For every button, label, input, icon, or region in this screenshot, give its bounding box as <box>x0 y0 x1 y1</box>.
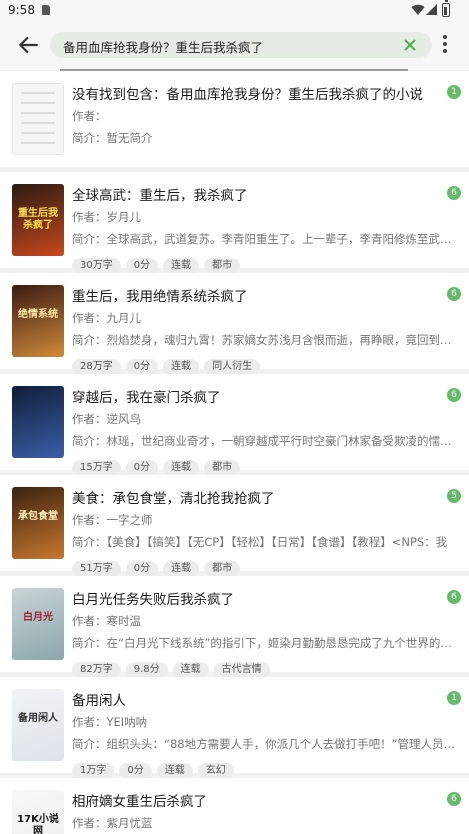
book-tag: 连载 <box>163 561 200 577</box>
book-intro: 简介：林瑶，世纪商业奇才，一朝穿越成平行时空豪门林家备受欺凌的懦弱千金 <box>72 434 462 448</box>
book-list-item[interactable]: 穿越后，我在豪门杀疯了 作者：逆风鸟简介：林瑶，世纪商业奇才，一朝穿越成平行时空豪… <box>0 374 469 476</box>
book-tag: 连载 <box>163 460 200 476</box>
book-author: 作者：逆风鸟 <box>72 412 141 426</box>
book-tag: 连载 <box>156 763 193 779</box>
book-author: 作者： <box>72 109 107 123</box>
book-tag: 28万字 <box>72 359 121 375</box>
book-list-item[interactable]: 绝情系统 重生后，我用绝情系统杀疯了 作者：九月儿简介：烈焰焚身，魂归九霄！苏家嫡女… <box>0 273 469 375</box>
book-tag: 51万字 <box>72 561 121 577</box>
book-title: 白月光任务失败后我杀疯了 <box>72 592 234 608</box>
source-count-badge: 1 <box>447 691 461 705</box>
signal-icon <box>426 4 437 15</box>
book-intro: 简介：暂无简介 <box>72 131 153 145</box>
book-author: 作者：YEI呐呐 <box>72 715 148 729</box>
book-tag: 1万字 <box>72 763 115 779</box>
book-cover <box>12 386 64 458</box>
book-intro: 简介：全球高武，武道复苏。李青阳重生了。上一辈子，李青阳修炼至武道巅峰， <box>72 232 462 246</box>
source-count-badge: 1 <box>447 85 461 99</box>
book-tag: 0分 <box>125 359 159 375</box>
book-tag: 0分 <box>125 561 159 577</box>
book-tag: 0分 <box>119 763 152 779</box>
book-list-item[interactable]: 白月光 白月光任务失败后我杀疯了 作者：寒时温简介：在“白月光下线系统”的指引下，姬… <box>0 576 469 678</box>
book-cover-text: 重生后我杀疯了 <box>18 208 58 231</box>
book-author: 作者：寒时温 <box>72 614 141 628</box>
source-count-badge: 6 <box>447 186 461 200</box>
wifi-icon <box>411 4 425 16</box>
book-author: 作者：紫月忧蓝 <box>72 816 153 830</box>
book-list-item[interactable]: 承包食堂 美食：承包食堂，清北抢我抢疯了 作者：一字之师简介：【美食】【搞笑】【无C… <box>0 475 469 577</box>
book-author: 作者：一字之师 <box>72 513 153 527</box>
book-cover <box>12 83 64 155</box>
book-tags: 1万字 0分 连载 玄幻 <box>72 758 239 779</box>
book-intro: 简介：组织头头：“88地方需要人手，你派几个人去做打手吧！”管理人员刷刷的查 <box>72 737 462 751</box>
back-arrow-icon[interactable] <box>16 32 42 58</box>
book-tag: 同人衍生 <box>204 359 261 375</box>
book-list-item[interactable]: 备用闲人 备用闲人 作者：YEI呐呐 简介：组织头头：“88地方需要人手，你派几个人去… <box>0 677 469 779</box>
source-count-badge: 6 <box>447 590 461 604</box>
book-tag: 玄幻 <box>197 763 234 779</box>
search-query-text: 备用血库抢我身份？重生后我杀疯了 <box>63 40 264 55</box>
book-tag: 连载 <box>172 662 209 678</box>
book-tags: 15万字 0分 连载 都市 <box>72 455 245 476</box>
book-tags: 82万字 9.8分 连载 古代言情 <box>72 657 275 678</box>
book-tag: 30万字 <box>72 258 121 274</box>
book-tag: 连载 <box>163 258 200 274</box>
book-intro: 简介：烈焰焚身，魂归九霄！苏家嫡女苏浅月含恨而逝，再睁眼，竟回到十五岁被 <box>72 333 462 347</box>
battery-icon <box>442 0 450 17</box>
book-cover: 白月光 <box>12 588 64 660</box>
book-tags: 28万字 0分 连载 同人衍生 <box>72 354 265 375</box>
book-title: 全球高武：重生后，我杀疯了 <box>72 188 248 204</box>
book-cover: 17K小说网 <box>12 790 64 834</box>
book-tag: 都市 <box>204 561 241 577</box>
book-cover-text: 承包食堂 <box>18 511 58 522</box>
book-cover: 承包食堂 <box>12 487 64 559</box>
book-tags: 30万字 0分 连载 都市 <box>72 253 245 274</box>
book-tag: 古代言情 <box>213 662 270 678</box>
book-list-item[interactable]: 重生后我杀疯了 全球高武：重生后，我杀疯了 作者：岁月儿简介：全球高武，武道复苏。李… <box>0 172 469 274</box>
search-input[interactable]: 备用血库抢我身份？重生后我杀疯了 <box>50 32 432 58</box>
book-tag: 都市 <box>204 460 241 476</box>
book-tag: 都市 <box>204 258 241 274</box>
book-title: 重生后，我用绝情系统杀疯了 <box>72 289 248 305</box>
book-cover: 绝情系统 <box>12 285 64 357</box>
source-count-badge: 6 <box>447 792 461 806</box>
book-cover-text: 17K小说网 <box>17 814 59 834</box>
source-count-badge: 5 <box>447 489 461 503</box>
book-title: 没有找到包含：备用血库抢我身份？重生后我杀疯了的小说 <box>72 87 423 103</box>
book-tag: 0分 <box>125 460 159 476</box>
book-intro: 简介：【美食】【搞笑】【无CP】【轻松】【日常】【食谱】【教程】<NPS：我 <box>72 535 448 549</box>
book-cover: 重生后我杀疯了 <box>12 184 64 256</box>
book-list-item[interactable]: 没有找到包含：备用血库抢我身份？重生后我杀疯了的小说 作者： 简介：暂无简介 1 <box>0 71 469 167</box>
book-tag: 82万字 <box>72 662 121 678</box>
book-title: 备用闲人 <box>72 693 126 709</box>
status-bar: 9:58 <box>0 0 469 22</box>
status-time: 9:58 <box>8 3 35 17</box>
book-tag: 连载 <box>163 359 200 375</box>
book-tag: 9.8分 <box>125 662 168 678</box>
book-tags: 51万字 0分 连载 都市 <box>72 556 245 577</box>
book-cover-text: 白月光 <box>23 612 53 623</box>
source-count-badge: 6 <box>447 388 461 402</box>
search-toolbar: 备用血库抢我身份？重生后我杀疯了 <box>0 22 469 70</box>
book-tag: 0分 <box>125 258 159 274</box>
book-cover: 备用闲人 <box>12 689 64 761</box>
book-cover-text: 绝情系统 <box>18 309 58 320</box>
book-title: 穿越后，我在豪门杀疯了 <box>72 390 221 406</box>
clear-icon[interactable] <box>402 37 418 53</box>
book-tag: 15万字 <box>72 460 121 476</box>
more-menu-icon[interactable] <box>438 35 452 57</box>
book-intro: 简介：在“白月光下线系统”的指引下，姬染月勤勤恳恳完成了九个世界的下线任务， <box>72 636 462 650</box>
book-author: 作者：九月儿 <box>72 311 141 325</box>
book-title: 相府嫡女重生后杀疯了 <box>72 794 207 810</box>
source-count-badge: 6 <box>447 287 461 301</box>
book-title: 美食：承包食堂，清北抢我抢疯了 <box>72 491 275 507</box>
sd-card-icon <box>42 5 50 15</box>
book-author: 作者：岁月儿 <box>72 210 141 224</box>
book-list-item[interactable]: 17K小说网相府嫡女重生后杀疯了作者：紫月忧蓝简介：6 <box>0 778 469 834</box>
book-cover-text: 备用闲人 <box>18 713 58 724</box>
